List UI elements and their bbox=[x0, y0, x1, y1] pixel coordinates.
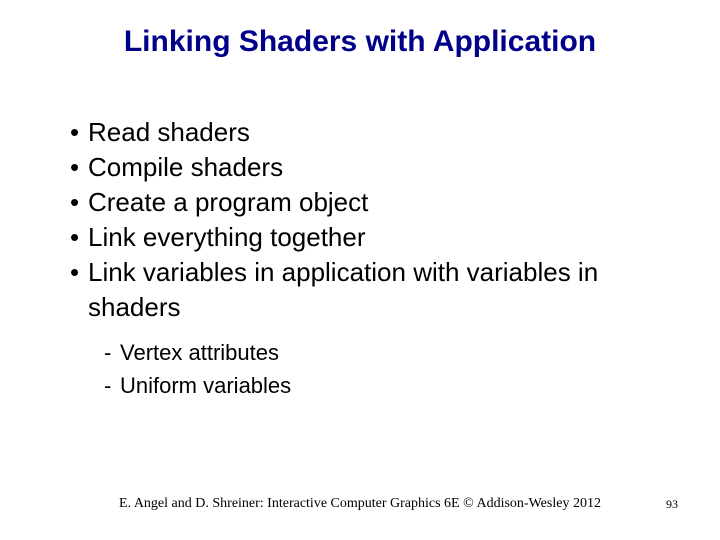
sub-bullet-item: - Uniform variables bbox=[104, 369, 660, 402]
bullet-text: Link everything together bbox=[88, 220, 660, 255]
bullet-text: Create a program object bbox=[88, 185, 660, 220]
dash-icon: - bbox=[104, 369, 120, 402]
sub-bullet-list: - Vertex attributes - Uniform variables bbox=[104, 336, 660, 402]
bullet-icon: • bbox=[70, 255, 88, 325]
bullet-text: Link variables in application with varia… bbox=[88, 255, 660, 325]
footer-text: E. Angel and D. Shreiner: Interactive Co… bbox=[0, 496, 720, 512]
bullet-item: • Link variables in application with var… bbox=[70, 255, 660, 325]
bullet-text: Read shaders bbox=[88, 115, 660, 150]
sub-bullet-text: Uniform variables bbox=[120, 369, 291, 402]
bullet-item: • Link everything together bbox=[70, 220, 660, 255]
sub-bullet-item: - Vertex attributes bbox=[104, 336, 660, 369]
slide-title: Linking Shaders with Application bbox=[0, 25, 720, 59]
page-number: 93 bbox=[666, 497, 678, 512]
dash-icon: - bbox=[104, 336, 120, 369]
bullet-item: • Create a program object bbox=[70, 185, 660, 220]
slide: Linking Shaders with Application • Read … bbox=[0, 0, 720, 540]
bullet-item: • Compile shaders bbox=[70, 150, 660, 185]
bullet-icon: • bbox=[70, 150, 88, 185]
bullet-text: Compile shaders bbox=[88, 150, 660, 185]
bullet-icon: • bbox=[70, 185, 88, 220]
bullet-item: • Read shaders bbox=[70, 115, 660, 150]
bullet-icon: • bbox=[70, 220, 88, 255]
slide-body: • Read shaders • Compile shaders • Creat… bbox=[70, 115, 660, 402]
bullet-icon: • bbox=[70, 115, 88, 150]
sub-bullet-text: Vertex attributes bbox=[120, 336, 279, 369]
